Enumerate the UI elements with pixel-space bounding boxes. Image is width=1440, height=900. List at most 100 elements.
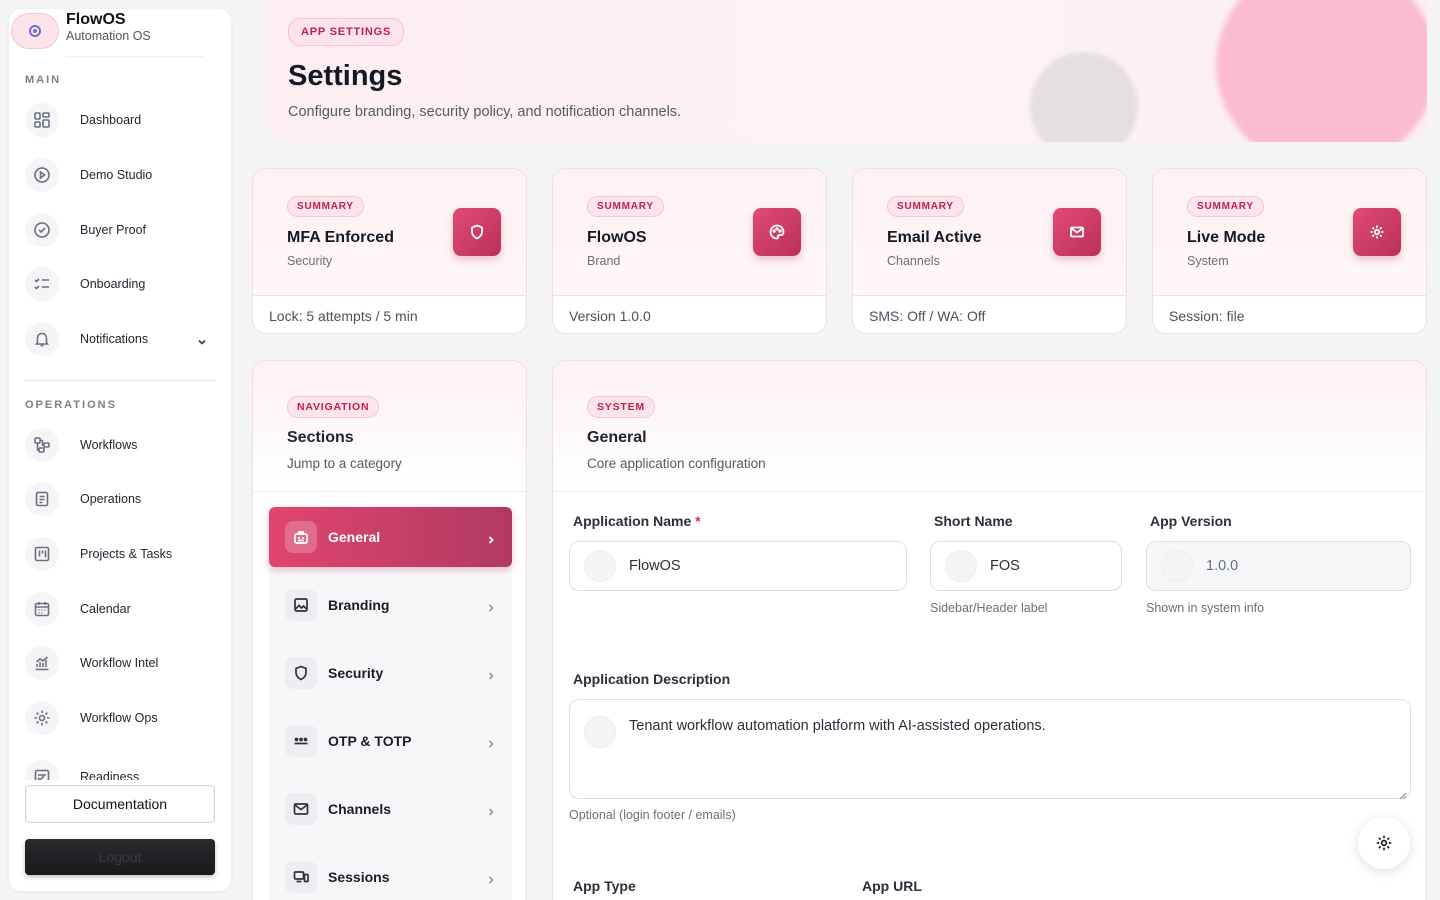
general-subtitle: Core application configuration xyxy=(587,456,766,471)
input-icon xyxy=(945,550,977,582)
app-name-input[interactable]: FlowOS xyxy=(569,541,907,591)
brand-subtitle: Automation OS xyxy=(66,29,151,43)
summary-footer: Version 1.0.0 xyxy=(569,308,651,324)
app-version-help: Shown in system info xyxy=(1146,601,1265,615)
chevron-right-icon xyxy=(486,872,496,884)
summary-subtitle: Brand xyxy=(587,254,621,268)
app-version-value: 1.0.0 xyxy=(1206,558,1239,574)
section-item-branding[interactable]: Branding xyxy=(269,575,512,635)
summary-footer: Session: file xyxy=(1169,308,1245,324)
short-name-input[interactable]: FOS xyxy=(930,541,1122,591)
summary-pill: SUMMARY xyxy=(1187,196,1264,217)
floating-settings-button[interactable] xyxy=(1358,817,1410,869)
decorative-blob xyxy=(1030,52,1138,142)
section-item-security[interactable]: Security xyxy=(269,643,512,703)
calendar-icon xyxy=(25,592,59,626)
summary-pill: SUMMARY xyxy=(587,196,664,217)
workflow-icon xyxy=(25,428,59,462)
short-name-value: FOS xyxy=(990,558,1020,574)
chevron-right-icon xyxy=(486,532,496,544)
decorative-blob xyxy=(1216,0,1427,142)
sidebar-item-label: Calendar xyxy=(80,602,131,616)
sidebar-item-label: Demo Studio xyxy=(80,168,153,182)
short-name-help: Sidebar/Header label xyxy=(930,601,1048,615)
section-item-label: General xyxy=(328,529,381,545)
resize-handle-icon[interactable] xyxy=(1399,787,1407,800)
gear-icon xyxy=(1353,208,1401,256)
app-version-label: App Version xyxy=(1150,513,1232,529)
shield-icon xyxy=(285,657,317,689)
gear-icon xyxy=(25,701,59,735)
bell-icon xyxy=(25,322,59,356)
documentation-button[interactable]: Documentation xyxy=(25,785,215,823)
play-circle-icon xyxy=(25,158,59,192)
summary-title: Email Active xyxy=(887,229,982,246)
app-name-label-text: Application Name xyxy=(573,513,692,529)
summary-footer: SMS: Off / WA: Off xyxy=(869,308,986,324)
app-name-label: Application Name * xyxy=(573,513,701,529)
shield-icon xyxy=(453,208,501,256)
app-version-input[interactable]: 1.0.0 xyxy=(1146,541,1411,591)
description-label: Application Description xyxy=(573,671,731,687)
chevron-right-icon xyxy=(486,736,496,748)
sidebar-item-workflow-ops[interactable]: Workflow Ops xyxy=(25,699,215,737)
sidebar-item-projects-tasks[interactable]: Projects & Tasks xyxy=(25,535,215,573)
brand[interactable]: FlowOS Automation OS xyxy=(9,9,231,59)
sidebar: FlowOS Automation OS MAIN Dashboard Demo… xyxy=(9,9,231,891)
summary-card-brand: SUMMARY FlowOS Brand Version 1.0.0 xyxy=(552,168,827,334)
description-help: Optional (login footer / emails) xyxy=(569,808,736,822)
app-name-value: FlowOS xyxy=(629,558,681,574)
sidebar-item-label: Workflow Ops xyxy=(80,711,158,725)
chevron-down-icon[interactable] xyxy=(197,334,207,345)
section-label-main: MAIN xyxy=(25,74,62,86)
sidebar-item-label: Buyer Proof xyxy=(80,223,147,237)
input-icon xyxy=(1161,550,1193,582)
summary-title: MFA Enforced xyxy=(287,229,394,246)
summary-title: FlowOS xyxy=(587,229,647,246)
sidebar-item-buyer-proof[interactable]: Buyer Proof xyxy=(25,211,215,249)
sidebar-item-workflows[interactable]: Workflows xyxy=(25,426,215,464)
summary-subtitle: Channels xyxy=(887,254,940,268)
sections-subtitle: Jump to a category xyxy=(287,456,402,471)
description-value: Tenant workflow automation platform with… xyxy=(629,718,1046,734)
check-circle-icon xyxy=(25,213,59,247)
sidebar-item-readiness[interactable]: Readiness xyxy=(25,754,215,780)
checklist-icon xyxy=(25,267,59,301)
image-icon xyxy=(285,589,317,621)
sidebar-item-label: Workflow Intel xyxy=(80,656,159,670)
sidebar-item-workflow-intel[interactable]: Workflow Intel xyxy=(25,644,215,682)
page-header: APP SETTINGS Settings Configure branding… xyxy=(268,0,1427,142)
kanban-icon xyxy=(25,537,59,571)
section-item-label: Sessions xyxy=(328,869,390,885)
gear-icon xyxy=(1375,834,1393,852)
header-pill: APP SETTINGS xyxy=(288,18,405,46)
sidebar-item-operations[interactable]: Operations xyxy=(25,480,215,518)
description-textarea[interactable]: Tenant workflow automation platform with… xyxy=(569,699,1411,800)
chevron-right-icon xyxy=(486,600,496,612)
section-item-otp-totp[interactable]: OTP & TOTP xyxy=(269,711,512,771)
brand-divider xyxy=(66,56,205,57)
section-item-general[interactable]: General xyxy=(269,507,512,567)
chevron-right-icon xyxy=(486,668,496,680)
sections-card: NAVIGATION Sections Jump to a category G… xyxy=(252,360,527,900)
section-item-sessions[interactable]: Sessions xyxy=(269,847,512,900)
sidebar-item-label: Notifications xyxy=(80,332,149,346)
page-description: Configure branding, security policy, and… xyxy=(288,104,682,120)
brand-name: FlowOS xyxy=(66,11,126,28)
sidebar-item-dashboard[interactable]: Dashboard xyxy=(25,101,215,139)
sections-card-top xyxy=(253,361,526,492)
sections-pill: NAVIGATION xyxy=(287,396,380,418)
clipboard-icon xyxy=(25,482,59,516)
logout-button[interactable]: Logout xyxy=(25,839,215,875)
section-item-channels[interactable]: Channels xyxy=(269,779,512,839)
sidebar-item-calendar[interactable]: Calendar xyxy=(25,590,215,628)
section-item-label: Branding xyxy=(328,597,390,613)
general-pill: SYSTEM xyxy=(587,396,655,418)
sidebar-item-demo-studio[interactable]: Demo Studio xyxy=(25,156,215,194)
chart-icon xyxy=(25,646,59,680)
sidebar-item-label: Dashboard xyxy=(80,113,142,127)
summary-pill: SUMMARY xyxy=(887,196,964,217)
summary-subtitle: System xyxy=(1187,254,1229,268)
sidebar-item-onboarding[interactable]: Onboarding xyxy=(25,265,215,303)
sidebar-item-notifications[interactable]: Notifications xyxy=(25,320,215,358)
